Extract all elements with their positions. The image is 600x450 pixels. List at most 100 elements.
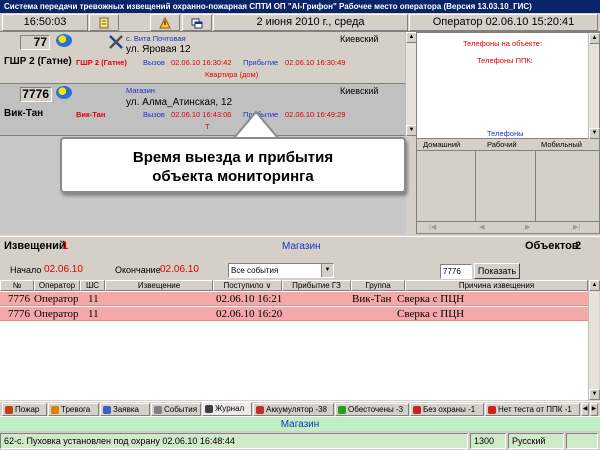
callout-note: Время выезда и прибытия объекта монитори…	[60, 137, 406, 193]
object-name: ГШР 2 (Гатне)	[4, 56, 72, 67]
end-label: Окончание	[115, 265, 161, 275]
notices-strip: Извещений 1 Магазин Объектов 2	[0, 236, 600, 256]
table-row[interactable]: 7776 Оператор 11 02.06.10 16:20 Сверка с…	[0, 307, 588, 321]
object-address: ул. Алма_Атинская, 12	[126, 97, 233, 108]
col-header[interactable]: Прибытие ГЗ	[282, 280, 351, 291]
journal-scrollbar[interactable]: ▲ ▼	[588, 280, 600, 400]
globe-icon	[56, 86, 72, 99]
tab-scroll-left[interactable]: ◀	[581, 403, 589, 416]
col-header[interactable]: ШС	[80, 280, 105, 291]
cards-scrollbar[interactable]: ▲ ▼	[405, 32, 417, 136]
next-icon[interactable]: ▶	[525, 222, 530, 233]
object-title: Магазин	[126, 86, 155, 95]
events-select[interactable]: Все события ▼	[228, 263, 334, 278]
first-icon[interactable]: |◀	[429, 222, 436, 233]
phones-scrollbar[interactable]: ▲ ▼	[588, 33, 600, 139]
column-divider	[475, 151, 476, 221]
cell-received: 02.06.10 16:20	[216, 308, 283, 320]
start-date-input[interactable]: 02.06.10	[44, 264, 83, 275]
top-toolbar: 16:50:03 2 июня 2010 г., среда Оператор …	[0, 13, 600, 32]
show-button[interactable]: Показать	[474, 263, 520, 279]
phones-header: Телефоны	[487, 129, 524, 138]
cell-reason: Сверка с ПЦН	[397, 308, 465, 320]
col-work: Рабочий	[487, 140, 517, 149]
date-display: 2 июня 2010 г., среда	[213, 14, 408, 31]
object-type: Т	[205, 122, 210, 131]
object-title: с. Вита Почтовая	[126, 34, 186, 43]
tools-icon	[108, 34, 124, 53]
object-cards-pane: 77 с. Вита Почтовая ул. Яровая 12 Киевск…	[0, 32, 406, 234]
object-number-input[interactable]: 7776	[440, 264, 472, 279]
col-header[interactable]: Поступило ∨	[213, 280, 282, 291]
alarm-button[interactable]	[150, 14, 180, 31]
status-language: Русский	[508, 433, 564, 449]
col-mobile: Мобильный	[541, 140, 582, 149]
journal-table: № Оператор ШС Извещение Поступило ∨ Приб…	[0, 280, 588, 400]
object-number: 7776	[20, 87, 52, 102]
tools-icon	[103, 406, 111, 414]
tab-request[interactable]: Заявка	[100, 403, 150, 416]
depart-label: Вызов	[143, 110, 165, 119]
col-header[interactable]: Оператор	[34, 280, 80, 291]
arrive-time: 02.06.10 16:49:29	[285, 110, 346, 119]
tab-unguarded[interactable]: Без охраны -1	[410, 403, 484, 416]
prev-icon[interactable]: ◀	[479, 222, 484, 233]
col-header[interactable]: Группа	[351, 280, 405, 291]
cell-zone: 11	[88, 293, 99, 305]
tab-alarm[interactable]: Тревога	[48, 403, 99, 416]
last-icon[interactable]: ▶|	[573, 222, 580, 233]
cell-zone: 11	[88, 308, 99, 320]
object-card[interactable]: 7776 Магазин ул. Алма_Атинская, 12 Киевс…	[0, 84, 406, 136]
arrive-label: Прибытие	[243, 58, 279, 67]
cell-reason: Сверка с ПЦН	[397, 293, 465, 305]
end-date-input[interactable]: 02.06.10	[160, 264, 199, 275]
phone-icon	[488, 406, 496, 414]
status-message: 62-с. Пуховка установлен под охрану 02.0…	[0, 433, 468, 449]
phones-nav[interactable]: |◀ ◀ ▶ ▶|	[417, 221, 599, 233]
objects-count: 2	[575, 240, 582, 252]
tab-scroll-right[interactable]: ▶	[590, 403, 598, 416]
phones-columns: Домашний Рабочий Мобильный	[417, 139, 599, 151]
selected-object-banner: Магазин	[0, 416, 600, 431]
windows-button[interactable]	[182, 14, 212, 31]
object-type: Квартира (дом)	[205, 70, 259, 79]
column-divider	[535, 151, 536, 221]
col-header[interactable]: Причина извещения	[405, 280, 588, 291]
cell-operator: Оператор	[34, 308, 79, 320]
notes-button[interactable]	[89, 14, 119, 31]
app-window: Система передачи тревожных извещений охр…	[0, 0, 600, 450]
alarm-icon	[51, 406, 59, 414]
callout-arrow	[231, 110, 281, 140]
status-extra	[566, 433, 598, 449]
no-guard-icon	[413, 406, 421, 414]
object-card[interactable]: 77 с. Вита Почтовая ул. Яровая 12 Киевск…	[0, 32, 406, 84]
chevron-down-icon[interactable]: ▼	[321, 264, 333, 277]
warning-icon	[159, 16, 171, 29]
scroll-down-button[interactable]: ▼	[589, 389, 600, 400]
scroll-down-button[interactable]: ▼	[589, 128, 600, 139]
notices-label: Извещений	[4, 240, 66, 252]
col-header[interactable]: №	[0, 280, 34, 291]
tab-fire[interactable]: Пожар	[2, 403, 47, 416]
col-header[interactable]: Извещение	[105, 280, 213, 291]
events-select-value: Все события	[231, 266, 279, 275]
tab-no-test[interactable]: Нет теста от ППК -1	[485, 403, 580, 416]
depart-time: 02.06.10 16:43:06	[171, 110, 232, 119]
scroll-up-button[interactable]: ▲	[589, 280, 600, 291]
cell-group: Вик-Тан	[352, 293, 392, 305]
tab-journal[interactable]: Журнал	[202, 402, 252, 416]
start-label: Начало	[10, 265, 42, 275]
object-number: 77	[20, 35, 50, 50]
notices-count: 1	[62, 240, 69, 252]
object-group: ГШР 2 (Гатне)	[76, 58, 127, 67]
object-address: ул. Яровая 12	[126, 44, 191, 55]
object-district: Киевский	[340, 86, 379, 96]
journal-icon	[205, 405, 213, 413]
tab-no-power[interactable]: Обесточены -3	[335, 403, 409, 416]
status-code: 1300	[470, 433, 506, 449]
table-row[interactable]: 7776 Оператор 11 02.06.10 16:21 Вик-Тан …	[0, 292, 588, 306]
scroll-up-button[interactable]: ▲	[589, 33, 600, 44]
callout-line-2: объекта мониторинга	[152, 168, 314, 185]
tab-events[interactable]: События	[151, 403, 201, 416]
tab-battery[interactable]: Аккумулятор -38	[253, 403, 334, 416]
